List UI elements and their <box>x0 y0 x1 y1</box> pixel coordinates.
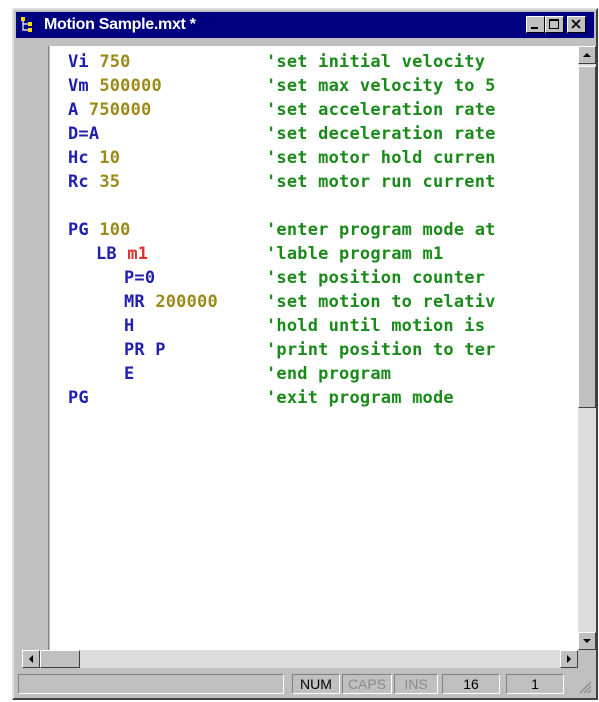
window-title: Motion Sample.mxt * <box>44 16 196 33</box>
status-bar: NUM CAPS INS 16 1 <box>16 672 594 696</box>
code-comment: 'set max velocity to 5 <box>266 76 496 96</box>
code-token: 100 <box>99 220 131 240</box>
line-number-indicator: 16 <box>442 674 500 694</box>
code-token: Vi <box>68 52 100 72</box>
arrow-left-icon <box>29 655 33 663</box>
tree-app-icon <box>21 17 32 32</box>
code-token: PG <box>68 388 89 408</box>
close-button[interactable] <box>567 16 586 33</box>
code-token: 750 <box>99 52 131 72</box>
code-comment: 'set position counter <box>266 268 486 288</box>
code-token: Vm <box>68 76 100 96</box>
minimize-icon <box>531 27 538 29</box>
vertical-scrollbar[interactable] <box>578 46 596 650</box>
code-token: E <box>124 364 135 384</box>
minimize-button[interactable] <box>526 16 545 33</box>
scroll-right-button[interactable] <box>560 650 578 668</box>
code-comment: 'enter program mode at <box>266 220 496 240</box>
resize-grip-icon[interactable] <box>578 680 592 694</box>
code-token: PG <box>68 220 100 240</box>
code-comment: 'set acceleration rate <box>266 100 496 120</box>
code-comment: 'set motor hold curren <box>266 148 496 168</box>
column-number-indicator: 1 <box>506 674 564 694</box>
code-token: 500000 <box>99 76 162 96</box>
code-comment: 'set motion to relativ <box>266 292 496 312</box>
code-comment: 'set initial velocity <box>266 52 486 72</box>
vertical-scroll-thumb[interactable] <box>578 66 596 408</box>
code-token: D=A <box>68 124 100 144</box>
horizontal-scrollbar[interactable] <box>22 650 578 668</box>
code-comment: 'end program <box>266 364 392 384</box>
code-token: PR P <box>124 340 166 360</box>
caps-lock-indicator: CAPS <box>342 674 392 694</box>
code-token: 35 <box>99 172 121 192</box>
code-token: 750000 <box>88 100 152 120</box>
code-token: A <box>68 100 89 120</box>
code-token: 200000 <box>155 292 218 312</box>
scroll-left-button[interactable] <box>22 650 40 668</box>
arrow-up-icon <box>583 53 591 57</box>
status-message-pane <box>18 674 284 694</box>
code-comment: 'hold until motion is <box>266 316 486 336</box>
code-comment: 'set deceleration rate <box>266 124 496 144</box>
arrow-down-icon <box>583 639 591 643</box>
code-token: 10 <box>99 148 121 168</box>
code-comment: 'lable program m1 <box>266 244 444 264</box>
code-token: Rc <box>68 172 100 192</box>
arrow-right-icon <box>567 655 571 663</box>
code-editor[interactable]: Vi 750 'set initial velocity Vm 500000 'set… <box>50 46 578 650</box>
code-comment: 'print position to ter <box>266 340 496 360</box>
num-lock-indicator: NUM <box>292 674 340 694</box>
title-bar[interactable]: Motion Sample.mxt * <box>16 12 594 38</box>
scroll-down-button[interactable] <box>578 632 596 650</box>
scroll-up-button[interactable] <box>578 46 596 64</box>
close-icon <box>571 19 581 29</box>
editor-gutter <box>22 46 49 650</box>
code-comment: 'exit program mode <box>266 388 454 408</box>
code-comment: 'set motor run current <box>266 172 496 192</box>
insert-mode-indicator: INS <box>394 674 438 694</box>
horizontal-scroll-thumb[interactable] <box>40 650 80 668</box>
code-token: MR <box>124 292 156 312</box>
code-token: Hc <box>68 148 100 168</box>
code-token: LB <box>96 244 128 264</box>
code-token: P=0 <box>124 268 156 288</box>
maximize-button[interactable] <box>545 16 564 33</box>
code-token: H <box>124 316 135 336</box>
maximize-icon <box>549 19 559 29</box>
editor-window: Motion Sample.mxt * Vi 750 'set initial v… <box>12 8 598 700</box>
code-token: m1 <box>127 244 149 264</box>
